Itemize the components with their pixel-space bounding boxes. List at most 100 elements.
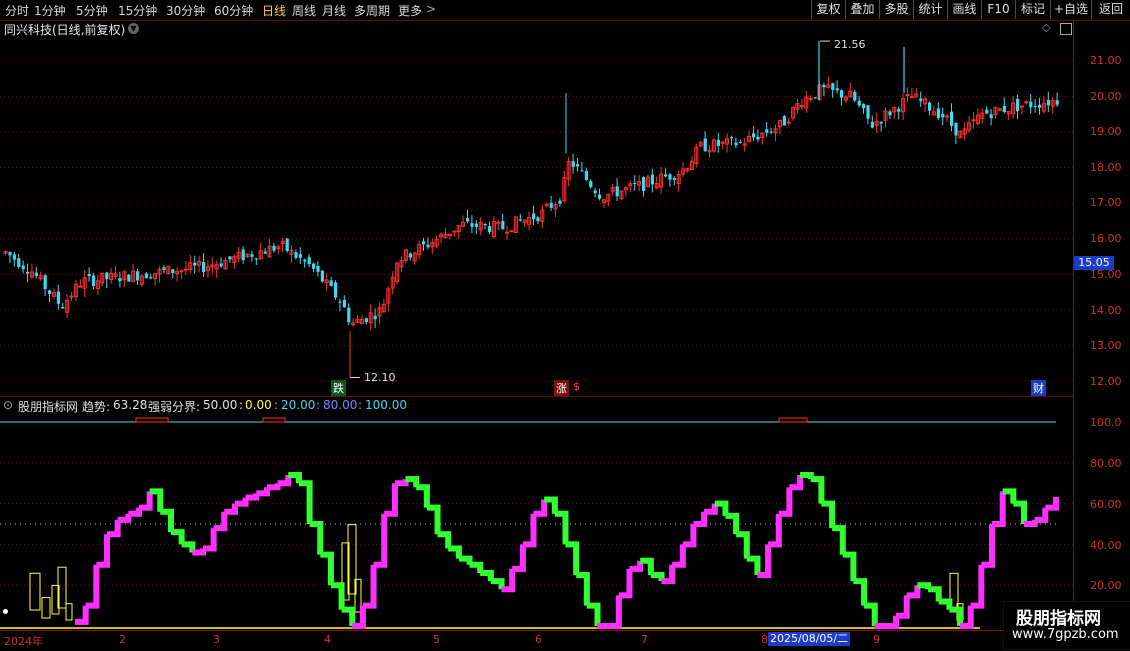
candle-body-down (1016, 99, 1020, 112)
trend-segment (885, 615, 900, 629)
trend-segment (821, 500, 836, 529)
trend-segment (1013, 500, 1028, 524)
volume-bar (41, 597, 51, 619)
trend-segment (128, 507, 142, 517)
period-toolbar: 分时 1分钟 5分钟 15分钟 30分钟 60分钟 日线 周线 月线 多周期 更… (0, 0, 1130, 21)
period-more[interactable]: 更多 (398, 2, 422, 19)
trend-segment (320, 551, 334, 586)
add-watchlist-button[interactable]: +自选 (1050, 0, 1091, 19)
candle-body-up (179, 270, 184, 273)
volume-bar (65, 603, 73, 621)
candle-body-down (536, 217, 540, 222)
candle-body-down (870, 121, 874, 128)
trend-segment (234, 497, 249, 507)
trend-segment (213, 511, 228, 532)
candle-body-down (298, 254, 302, 258)
period-multi[interactable]: 多周期 (354, 2, 390, 19)
candle-body-down (8, 252, 12, 256)
trend-segment (426, 504, 441, 535)
period-15min[interactable]: 15分钟 (118, 2, 157, 19)
candle-body-down (48, 290, 52, 294)
rise-event-badge[interactable]: 涨 (554, 380, 569, 396)
period-daily[interactable]: 日线 (262, 2, 286, 19)
candle-body-down (312, 263, 316, 269)
statistics-button[interactable]: 统计 (913, 0, 947, 19)
restore-rights-button[interactable]: 复权 (811, 0, 845, 19)
candle-body-down (254, 258, 258, 260)
period-60min[interactable]: 60分钟 (214, 2, 253, 19)
candle-body-down (193, 262, 197, 266)
signal-box (778, 417, 808, 423)
candle-body-down (752, 133, 756, 138)
signal-box (135, 417, 169, 423)
fall-event-badge[interactable]: 跌 (331, 380, 346, 396)
period-1min[interactable]: 1分钟 (34, 2, 66, 19)
axis-divider (1073, 20, 1074, 630)
candle-body-down (241, 249, 245, 261)
candle-body-down (17, 258, 21, 267)
candle-body-down (127, 274, 131, 282)
draw-line-button[interactable]: 画线 (947, 0, 981, 19)
candle-body-down (92, 275, 96, 286)
candle-body-down (483, 223, 487, 226)
trend-segment (416, 484, 430, 508)
mark-button[interactable]: 标记 (1015, 0, 1050, 19)
candle-body-down (862, 104, 866, 109)
candle-body-down (756, 136, 760, 140)
candle-body-down (373, 315, 377, 320)
trend-segment (394, 479, 409, 487)
trend-segment (224, 503, 238, 515)
candle-body-up (1024, 101, 1029, 104)
window-split-icon[interactable] (1060, 23, 1072, 35)
trend-segment (586, 602, 601, 626)
dollar-event-icon[interactable]: $ (571, 380, 582, 393)
trend-segment (736, 531, 750, 559)
trend-segment (693, 511, 708, 527)
candle-body-down (329, 280, 333, 286)
more-chevron-icon[interactable]: > (426, 2, 436, 16)
candle-body-down (672, 178, 676, 180)
multi-stock-button[interactable]: 多股 (879, 0, 913, 19)
candle-body-down (12, 254, 16, 260)
period-30min[interactable]: 30分钟 (166, 2, 205, 19)
candle-body-down (334, 282, 338, 298)
candle-body-down (466, 218, 470, 222)
candle-body-down (1038, 104, 1042, 108)
period-weekly[interactable]: 周线 (292, 2, 316, 19)
candle-body-down (897, 108, 901, 112)
diamond-icon[interactable]: ◇ (1042, 22, 1052, 33)
candle-body-down (782, 116, 786, 126)
candle-body-down (633, 183, 637, 185)
period-5min[interactable]: 5分钟 (76, 2, 108, 19)
finance-event-badge[interactable]: 财 (1031, 380, 1046, 396)
indicator-tick: 100.0 (1090, 416, 1122, 429)
candle-body-down (342, 299, 346, 308)
candle-body-down (408, 253, 412, 258)
candle-body-down (857, 100, 861, 106)
date-axis: 2024年 2 3 4 5 6 7 8 9 2025/08/05/二 (0, 630, 1073, 651)
candle-body-down (136, 271, 140, 281)
f10-button[interactable]: F10 (981, 0, 1015, 19)
title-dropdown-icon[interactable]: ▼ (128, 23, 139, 34)
date-label: 4 (324, 633, 331, 646)
back-button[interactable]: 返回 (1091, 0, 1130, 19)
candle-body-down (941, 113, 945, 118)
candle-body-down (716, 139, 720, 146)
candle-body-down (888, 111, 892, 116)
indicator-tick: 60.00 (1090, 498, 1122, 511)
period-timeshare[interactable]: 分时 (5, 2, 29, 19)
overlay-button[interactable]: 叠加 (845, 0, 879, 19)
trend-segment (181, 541, 196, 553)
trend-segment (138, 491, 153, 511)
date-label: 2024年 (4, 635, 43, 648)
trend-segment (75, 605, 89, 625)
indicator-chart[interactable] (0, 397, 1073, 630)
date-label: 2 (119, 633, 126, 646)
price-tick: 12.00 (1090, 375, 1122, 388)
price-chart[interactable] (0, 37, 1073, 396)
period-monthly[interactable]: 月线 (322, 2, 346, 19)
trend-segment (245, 493, 260, 501)
trend-segment (533, 499, 548, 517)
candle-body-down (422, 241, 426, 245)
trend-segment (682, 524, 697, 548)
